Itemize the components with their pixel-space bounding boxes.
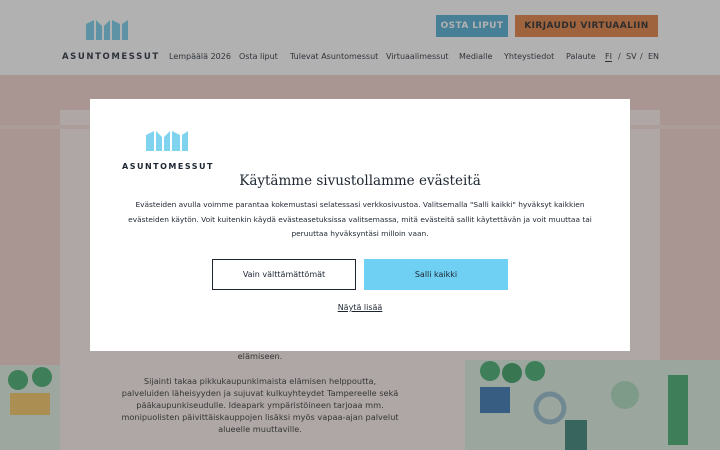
show-more-link[interactable]: Näytä lisää	[338, 303, 383, 312]
logo-mark-icon	[146, 131, 188, 151]
cookie-consent-modal: ASUNTOMESSUT Käytämme sivustollamme eväs…	[90, 99, 630, 351]
cookie-modal-body: Evästeiden avulla voimme parantaa kokemu…	[128, 200, 592, 238]
modal-logo: ASUNTOMESSUT	[122, 131, 222, 173]
logo-text: ASUNTOMESSUT	[122, 162, 214, 171]
show-more-container: Näytä lisää	[90, 303, 630, 312]
cookie-modal-title: Käytämme sivustollamme evästeitä	[239, 173, 481, 189]
necessary-only-button[interactable]: Vain välttämättömät	[212, 259, 356, 290]
allow-all-button[interactable]: Salli kaikki	[364, 259, 508, 290]
